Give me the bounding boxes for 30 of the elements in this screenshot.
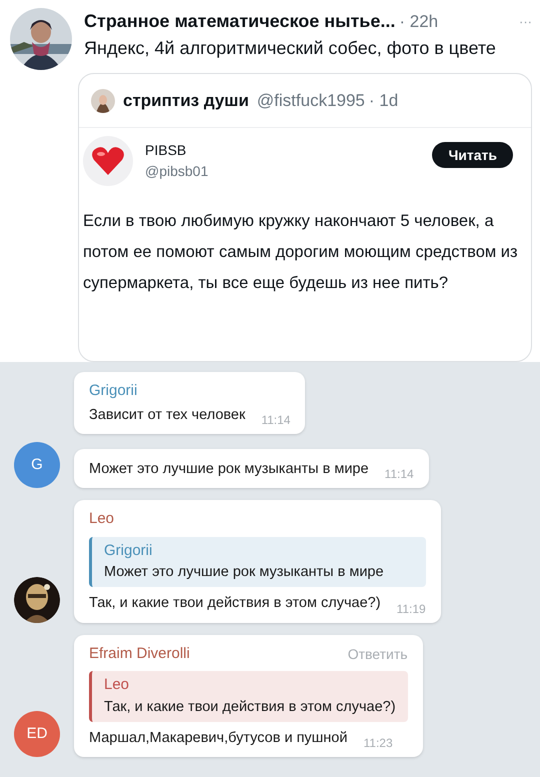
sender-name: Leo bbox=[89, 509, 114, 530]
reply-text: Так, и какие твои действия в этом случае?) bbox=[104, 698, 396, 717]
more-button[interactable]: ··· bbox=[519, 12, 532, 32]
post-text: Яндекс, 4й алгоритмический собес, фото в цвете bbox=[84, 37, 497, 60]
quoted-text: Если в твою любимую кружку накончают 5 человек, а потом ее помоют самым дорогим моющим средством из супермаркета, ты все еще будешь из нее пить? bbox=[82, 211, 519, 294]
heart-icon bbox=[91, 146, 125, 176]
profile-name: PIBSB bbox=[145, 141, 188, 160]
quoted-handle: @fistfuck1995 bbox=[256, 90, 365, 112]
quoted-author: стриптиз души bbox=[123, 90, 249, 112]
reply-sender: Leo bbox=[104, 675, 130, 696]
avatar: G bbox=[14, 442, 60, 488]
read-button[interactable]: Читать bbox=[432, 142, 513, 168]
quoted-time: · 1d bbox=[368, 90, 398, 112]
message-time: 11:23 bbox=[363, 735, 393, 752]
message-time: 11:14 bbox=[384, 466, 414, 484]
sender-name: Grigorii bbox=[89, 381, 138, 401]
profile-handle: @pibsb01 bbox=[145, 162, 208, 181]
message-text: Может это лучшие рок музыканты в мире bbox=[89, 460, 369, 478]
reply-button[interactable]: Ответить bbox=[348, 644, 408, 664]
message-text: Так, и какие твои действия в этом случае?) bbox=[89, 594, 381, 613]
message-text: Зависит от тех человек bbox=[89, 406, 246, 424]
message-time: 11:19 bbox=[396, 600, 426, 618]
reply-text: Может это лучшие рок музыканты в мире bbox=[104, 563, 385, 582]
message-text: Маршал,Макаревич,бутусов и пушной bbox=[89, 728, 348, 748]
reply-sender: Grigorii bbox=[104, 540, 154, 561]
avatar: ED bbox=[14, 711, 60, 758]
sender-name: Efraim Diverolli bbox=[89, 644, 190, 664]
message-time: 11:14 bbox=[261, 412, 290, 430]
post-time: · 22h bbox=[399, 10, 438, 33]
author-name: Странное математическое нытье... bbox=[84, 10, 396, 33]
